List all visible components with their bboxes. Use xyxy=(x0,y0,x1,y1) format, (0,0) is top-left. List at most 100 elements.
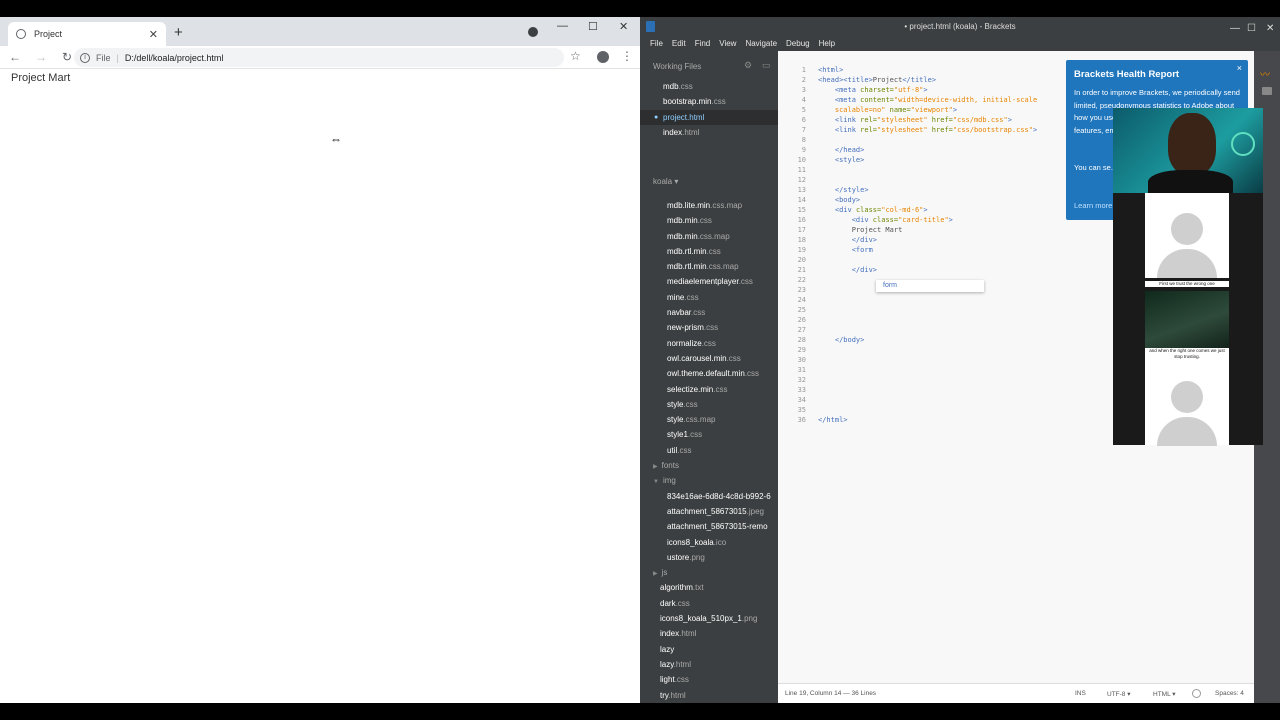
menu-file[interactable]: File xyxy=(650,39,663,48)
new-tab-button[interactable]: + xyxy=(174,24,183,41)
minimize-icon[interactable]: — xyxy=(557,20,568,32)
tree-file[interactable]: mine.css xyxy=(640,290,778,305)
indent-setting[interactable]: Spaces: 4 xyxy=(1215,690,1244,697)
close-window-icon[interactable]: ✕ xyxy=(619,20,628,33)
code-token: name= xyxy=(885,106,911,114)
presenter-face xyxy=(1168,113,1216,175)
menu-view[interactable]: View xyxy=(719,39,736,48)
tree-file[interactable]: style.css.map xyxy=(640,412,778,427)
live-preview-icon[interactable]: 〰 xyxy=(1260,66,1270,81)
code-hint-popup[interactable]: form xyxy=(876,280,984,292)
tree-file[interactable]: navbar.css xyxy=(640,305,778,320)
tree-file[interactable]: dark.css xyxy=(640,596,778,611)
page-heading: Project Mart xyxy=(11,72,71,84)
code-token: class= xyxy=(855,206,882,214)
tree-file[interactable]: owl.carousel.min.css xyxy=(640,351,778,366)
line-number: 33 xyxy=(797,386,806,394)
tree-file[interactable]: style1.css xyxy=(640,427,778,442)
url-text[interactable]: D:/dell/koala/project.html xyxy=(125,53,224,63)
menu-kebab-icon[interactable]: ⋮ xyxy=(621,49,633,63)
tree-file[interactable]: index.html xyxy=(640,626,778,641)
working-file-item[interactable]: ● project.html xyxy=(640,109,778,125)
tree-item-ext: .css xyxy=(738,277,753,287)
code-token: charset= xyxy=(860,86,894,94)
tree-file[interactable]: try.html xyxy=(640,688,778,703)
tree-file[interactable]: attachment_58673015.jpeg xyxy=(640,504,778,519)
tree-file[interactable]: icons8_koala.ico xyxy=(640,535,778,550)
tree-folder[interactable]: ▼ img xyxy=(640,473,778,488)
menu-find[interactable]: Find xyxy=(695,39,711,48)
extension-manager-icon[interactable] xyxy=(1262,87,1272,95)
info-icon[interactable]: i xyxy=(80,52,90,63)
linter-status-icon[interactable] xyxy=(1192,689,1201,698)
tree-file[interactable]: normalize.css xyxy=(640,336,778,351)
line-number: 6 xyxy=(801,116,806,124)
tree-item-ext: .css xyxy=(691,308,706,318)
forward-icon[interactable]: → xyxy=(30,50,52,64)
tree-file[interactable]: new-prism.css xyxy=(640,320,778,335)
code-token: </div> xyxy=(851,266,878,274)
tree-file[interactable]: algorithm.txt xyxy=(640,580,778,595)
tab-close-icon[interactable]: ✕ xyxy=(149,28,158,41)
code-token: > xyxy=(923,86,928,94)
tree-file[interactable]: lazy xyxy=(640,642,778,657)
browser-tab[interactable]: Project ✕ xyxy=(8,22,166,46)
encoding-select[interactable]: UTF-8 ▾ xyxy=(1107,690,1130,698)
language-select[interactable]: HTML ▾ xyxy=(1153,690,1176,698)
tree-file[interactable]: mediaelementplayer.css xyxy=(640,274,778,289)
browser-toolbar: ← → ↻ i File | D:/dell/koala/project.htm… xyxy=(0,46,640,69)
line-number: 36 xyxy=(797,416,806,424)
menu-edit[interactable]: Edit xyxy=(672,39,686,48)
tree-file[interactable]: ustore.png xyxy=(640,550,778,565)
desktop: Project ✕ + — ☐ ✕ ← → ↻ i File | D:/dell… xyxy=(0,17,1280,703)
tree-file[interactable]: owl.theme.default.min.css xyxy=(640,366,778,381)
address-bar[interactable]: i File | D:/dell/koala/project.html xyxy=(74,48,564,67)
line-number: 28 xyxy=(797,336,806,344)
tree-file[interactable]: mdb.rtl.min.css xyxy=(640,244,778,259)
insert-mode[interactable]: INS xyxy=(1075,690,1086,697)
working-file-item[interactable]: index.html xyxy=(640,125,778,140)
line-number: 34 xyxy=(797,396,806,404)
project-dropdown[interactable]: koala ▾ xyxy=(653,177,678,186)
bookmark-star-icon[interactable]: ☆ xyxy=(570,49,581,63)
tree-file[interactable]: icons8_koala_510px_1.png xyxy=(640,611,778,626)
health-close-icon[interactable]: × xyxy=(1237,63,1242,73)
tree-file[interactable]: mdb.min.css.map xyxy=(640,229,778,244)
file-name: project xyxy=(663,112,688,122)
tree-file[interactable]: mdb.rtl.min.css.map xyxy=(640,259,778,274)
tree-item-name: mdb.min xyxy=(667,231,698,241)
health-report-title: Brackets Health Report xyxy=(1074,69,1180,80)
learn-more-link[interactable]: Learn more xyxy=(1074,201,1112,210)
working-file-item[interactable]: bootstrap.min.css xyxy=(640,94,778,109)
maximize-icon[interactable]: ☐ xyxy=(588,20,598,33)
tree-folder[interactable]: ▶ js xyxy=(640,565,778,580)
tree-file[interactable]: 834e16ae-6d8d-4c8d-b992-6 xyxy=(640,489,778,504)
tree-file[interactable]: light.css xyxy=(640,672,778,687)
tab-search-icon[interactable] xyxy=(528,27,538,37)
tree-file[interactable]: style.css xyxy=(640,397,778,412)
tree-file[interactable]: util.css xyxy=(640,443,778,458)
menu-help[interactable]: Help xyxy=(819,39,835,48)
tree-file[interactable]: mdb.min.css xyxy=(640,213,778,228)
tree-item-ext: .css.map xyxy=(683,415,716,425)
account-icon[interactable] xyxy=(597,51,609,63)
gear-icon[interactable]: ⚙ xyxy=(744,60,752,71)
working-file-item[interactable]: mdb.css xyxy=(640,79,778,94)
tree-file[interactable]: selectize.min.css xyxy=(640,382,778,397)
back-icon[interactable]: ← xyxy=(4,50,26,64)
caption-2: and when the right one comes we just sto… xyxy=(1145,348,1229,361)
split-view-icon[interactable]: ▭ xyxy=(762,60,771,71)
tree-file[interactable]: lazy.html xyxy=(640,657,778,672)
brackets-menubar: File Edit Find View Navigate Debug Help xyxy=(640,36,1280,51)
tree-file[interactable]: attachment_58673015-remo xyxy=(640,519,778,534)
code-token: <style> xyxy=(834,156,865,164)
tree-folder[interactable]: ▶ fonts xyxy=(640,458,778,473)
menu-navigate[interactable]: Navigate xyxy=(745,39,777,48)
tree-file[interactable]: mdb.lite.min.css.map xyxy=(640,198,778,213)
menu-debug[interactable]: Debug xyxy=(786,39,810,48)
line-number: 10 xyxy=(797,156,806,164)
